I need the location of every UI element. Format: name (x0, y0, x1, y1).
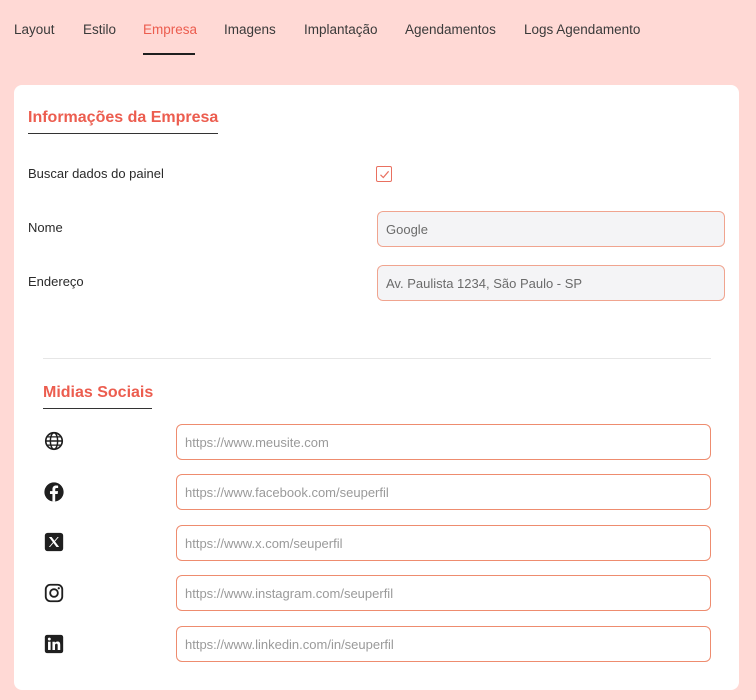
x-icon (44, 532, 64, 552)
tab-layout[interactable]: Layout (14, 22, 55, 37)
social-section-title: Midias Sociais (43, 384, 154, 401)
website-input[interactable] (176, 424, 711, 460)
facebook-input[interactable] (176, 474, 711, 510)
instagram-icon (44, 583, 64, 603)
name-input[interactable] (377, 211, 725, 247)
active-tab-indicator (143, 53, 195, 55)
company-card: Informações da Empresa Buscar dados do p… (14, 85, 739, 690)
social-title-underline (43, 408, 152, 409)
linkedin-icon (44, 634, 64, 654)
fetch-panel-label: Buscar dados do painel (28, 166, 164, 181)
tab-bar: Layout Estilo Empresa Imagens Implantaçã… (0, 0, 756, 56)
name-label: Nome (28, 220, 63, 235)
x-input[interactable] (176, 525, 711, 561)
linkedin-input[interactable] (176, 626, 711, 662)
address-label: Endereço (28, 274, 84, 289)
section-divider (43, 358, 711, 359)
tab-agendamentos[interactable]: Agendamentos (405, 22, 496, 37)
instagram-input[interactable] (176, 575, 711, 611)
address-input[interactable] (377, 265, 725, 301)
tab-estilo[interactable]: Estilo (83, 22, 116, 37)
tab-logs-agendamento[interactable]: Logs Agendamento (524, 22, 640, 37)
company-title-underline (28, 133, 218, 134)
company-section-title: Informações da Empresa (28, 109, 219, 126)
tab-imagens[interactable]: Imagens (224, 22, 276, 37)
globe-icon (44, 431, 64, 451)
tab-implantacao[interactable]: Implantação (304, 22, 378, 37)
check-icon (380, 170, 390, 179)
facebook-icon (44, 482, 64, 502)
fetch-panel-checkbox[interactable] (376, 166, 392, 182)
tab-empresa[interactable]: Empresa (143, 22, 197, 37)
